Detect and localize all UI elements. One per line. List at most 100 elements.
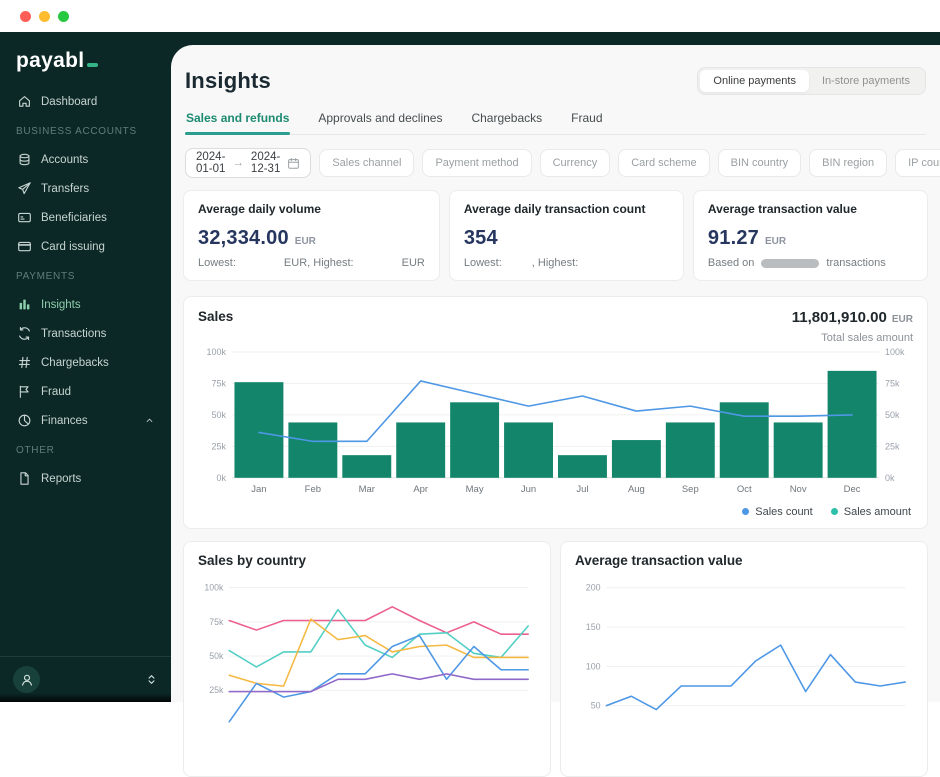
sidebar-item-insights[interactable]: Insights [8,290,163,319]
sidebar-item-label: Card issuing [41,241,105,253]
flag-icon [16,384,32,400]
bar-feb [288,422,337,477]
calendar-icon[interactable] [287,157,300,170]
tab-approvals-and-declines[interactable]: Approvals and declines [317,111,443,134]
pie-chart-icon [16,413,32,429]
sidebar-item-chargebacks[interactable]: Chargebacks [8,348,163,377]
sidebar-item-label: Beneficiaries [41,212,107,224]
filter-chip-payment-method[interactable]: Payment method [422,149,531,177]
sidebar-item-transactions[interactable]: Transactions [8,319,163,348]
stat-card-footer: Lowest:, Highest: [464,257,669,269]
stat-card-unit: EUR [765,236,786,247]
stat-card-title: Average transaction value [708,202,913,216]
filter-chip-card-scheme[interactable]: Card scheme [618,149,709,177]
sidebar-item-transfers[interactable]: Transfers [8,174,163,203]
chevrons-up-down-icon[interactable] [145,673,158,686]
filter-bar: 2024-01-01 → 2024-12-31 Sales channel Pay… [185,148,926,178]
y-axis-tick-label-right: 75k [885,378,900,388]
filter-chip-sales-channel[interactable]: Sales channel [319,149,414,177]
sidebar-item-label: Finances [41,415,88,427]
x-axis-tick-label: Apr [413,484,428,495]
redacted-blank-value [502,263,532,264]
user-menu[interactable] [0,656,171,702]
sidebar-item-reports[interactable]: Reports [8,464,163,493]
legend-label: Sales count [755,506,812,518]
nav-section-payments: PAYMENTS [8,261,163,290]
sidebar-item-finances[interactable]: Finances [8,406,163,435]
y-axis-tick-label: 50k [212,410,227,420]
stat-card-value: 91.27 [708,227,759,250]
y-axis-tick-label: 100 [586,661,601,671]
total-sales-value: 11,801,910.00 [792,309,887,326]
filter-chip-bin-country[interactable]: BIN country [718,149,801,177]
date-from: 2024-01-01 [196,151,225,175]
sales-bar-line-chart[interactable]: 0k0k25k25k50k50k75k75k100k100kJanFebMarA… [198,344,913,504]
y-axis-tick-label: 150 [586,622,601,632]
legend-item-sales-amount[interactable]: Sales amount [831,506,911,518]
tab-chargebacks[interactable]: Chargebacks [470,111,543,134]
channel-segmented-control: Online paymentsIn-store payments [697,67,926,95]
avg-transaction-value-title: Average transaction value [575,553,913,568]
sidebar-item-fraud[interactable]: Fraud [8,377,163,406]
x-axis-tick-label: Nov [790,484,807,495]
content-panel: Insights Online paymentsIn-store payment… [171,45,940,702]
id-card-icon [16,210,32,226]
sidebar-item-label: Chargebacks [41,357,109,369]
user-avatar[interactable] [13,666,40,693]
stat-footer-text: Lowest: [464,257,502,269]
bar-mar [342,455,391,478]
filter-chip-currency[interactable]: Currency [540,149,611,177]
date-range-picker[interactable]: 2024-01-01 → 2024-12-31 [185,148,311,178]
minimize-window-icon[interactable] [39,11,50,22]
sales-chart-legend: Sales count Sales amount [198,504,913,522]
stat-card-unit: EUR [295,236,316,247]
date-to: 2024-12-31 [251,151,280,175]
close-window-icon[interactable] [20,11,31,22]
segment-in-store-payments[interactable]: In-store payments [809,70,923,92]
nav-section-business-accounts: BUSINESS ACCOUNTS [8,116,163,145]
x-axis-tick-label: Aug [628,484,645,495]
sidebar-item-accounts[interactable]: Accounts [8,145,163,174]
segment-online-payments[interactable]: Online payments [700,70,809,92]
avg-transaction-value-chart[interactable]: 50100150200 [575,574,913,751]
maximize-window-icon[interactable] [58,11,69,22]
hash-icon [16,355,32,371]
legend-item-sales-count[interactable]: Sales count [742,506,812,518]
line-series-average-transaction-value [606,645,905,709]
bar-chart-icon [16,297,32,313]
main-area: Insights Online paymentsIn-store payment… [171,32,940,702]
coins-icon [16,152,32,168]
y-axis-tick-label-right: 0k [885,473,895,483]
redacted-blank-value [236,263,284,264]
sidebar-item-dashboard[interactable]: Dashboard [8,87,163,116]
sidebar-item-label: Accounts [41,154,88,166]
tab-fraud[interactable]: Fraud [570,111,603,134]
stat-card-footer: Lowest:EUR, Highest:EUR [198,257,425,269]
home-icon [16,94,32,110]
sidebar-item-beneficiaries[interactable]: Beneficiaries [8,203,163,232]
sales-by-country-chart[interactable]: 25k50k75k100k [198,574,536,742]
sidebar-item-label: Transfers [41,183,89,195]
stat-card-footer: Based ontransactions [708,257,913,269]
sidebar-item-card-issuing[interactable]: Card issuing [8,232,163,261]
bar-jan [234,382,283,478]
document-icon [16,471,32,487]
stat-footer-text: Lowest: [198,257,236,269]
y-axis-tick-label: 100k [204,582,224,592]
filter-chip-ip-country[interactable]: IP country [895,149,940,177]
y-axis-tick-label: 25k [209,685,224,695]
filter-chip-bin-region[interactable]: BIN region [809,149,887,177]
chevron-up-icon[interactable] [144,415,155,426]
payabl-logo: payabl [0,32,171,85]
legend-label: Sales amount [844,506,911,518]
x-axis-tick-label: Jul [576,484,588,495]
stat-footer-text: Based on [708,257,754,269]
y-axis-tick-label: 75k [212,378,227,388]
tab-sales-and-refunds[interactable]: Sales and refunds [185,111,290,134]
x-axis-tick-label: Oct [737,484,752,495]
sidebar: payabl DashboardBUSINESS ACCOUNTS Account… [0,32,171,702]
sales-chart-title: Sales [198,309,233,324]
line-series-purple [229,674,528,692]
total-sales-caption: Total sales amount [792,332,913,344]
redacted-pill-value [761,259,819,268]
